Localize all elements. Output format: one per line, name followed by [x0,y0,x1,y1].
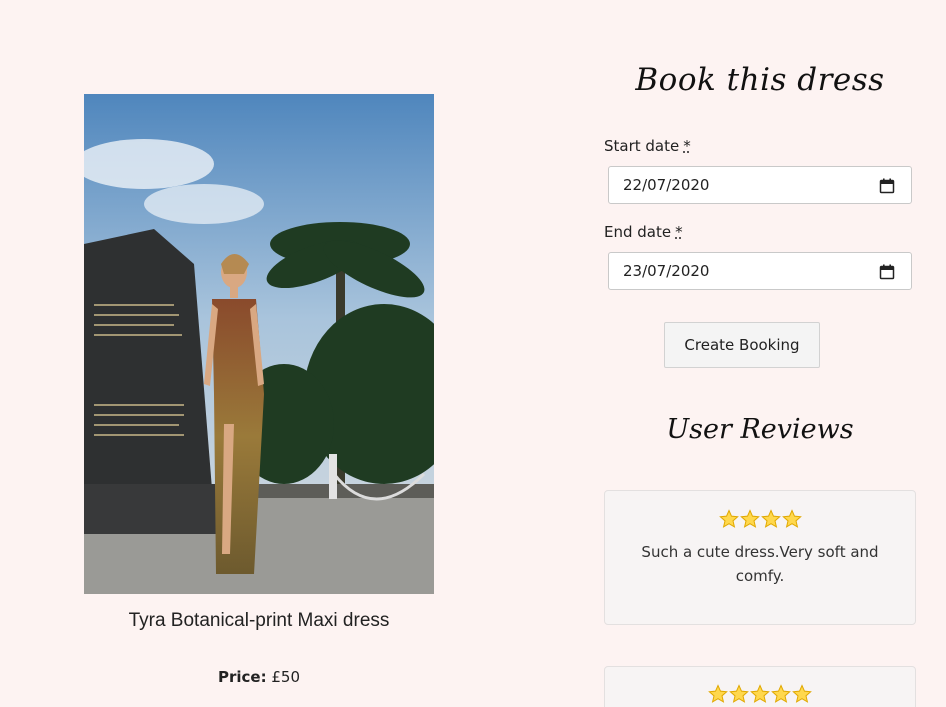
calendar-icon[interactable] [879,178,895,194]
start-date-input[interactable]: 22/07/2020 [608,166,912,204]
start-date-label-text: Start date [604,137,680,155]
star-icon [792,684,812,703]
end-date-value: 23/07/2020 [623,262,710,280]
start-date-value: 22/07/2020 [623,176,710,194]
product-name: Tyra Botanical-print Maxi dress [128,610,390,631]
star-icon [718,509,739,528]
required-marker: * [675,223,683,241]
star-icon [708,684,728,703]
required-marker: * [683,137,691,155]
product-image [84,94,434,594]
dress-photo [84,94,434,594]
star-icon [781,509,802,528]
price-value: £50 [271,668,301,686]
end-date-input[interactable]: 23/07/2020 [608,252,912,290]
star-rating [605,684,915,704]
star-icon [760,509,781,528]
end-date-label: End date * [604,223,683,241]
star-rating [605,509,915,529]
star-icon [739,509,760,528]
review-card: Such a cute dress.Very soft and comfy. [604,490,916,625]
star-icon [771,684,791,703]
review-text: Such a cute dress.Very soft and comfy. [641,543,879,585]
calendar-icon[interactable] [879,264,895,280]
price-row: Price: £50 [84,668,434,686]
reviews-title: User Reviews [666,414,854,445]
start-date-label: Start date * [604,137,691,155]
star-icon [729,684,749,703]
booking-title: Book this dress [635,62,885,98]
end-date-label-text: End date [604,223,672,241]
price-label: Price: [217,668,267,686]
star-icon [750,684,770,703]
create-booking-button[interactable]: Create Booking [664,322,820,368]
review-card [604,666,916,707]
